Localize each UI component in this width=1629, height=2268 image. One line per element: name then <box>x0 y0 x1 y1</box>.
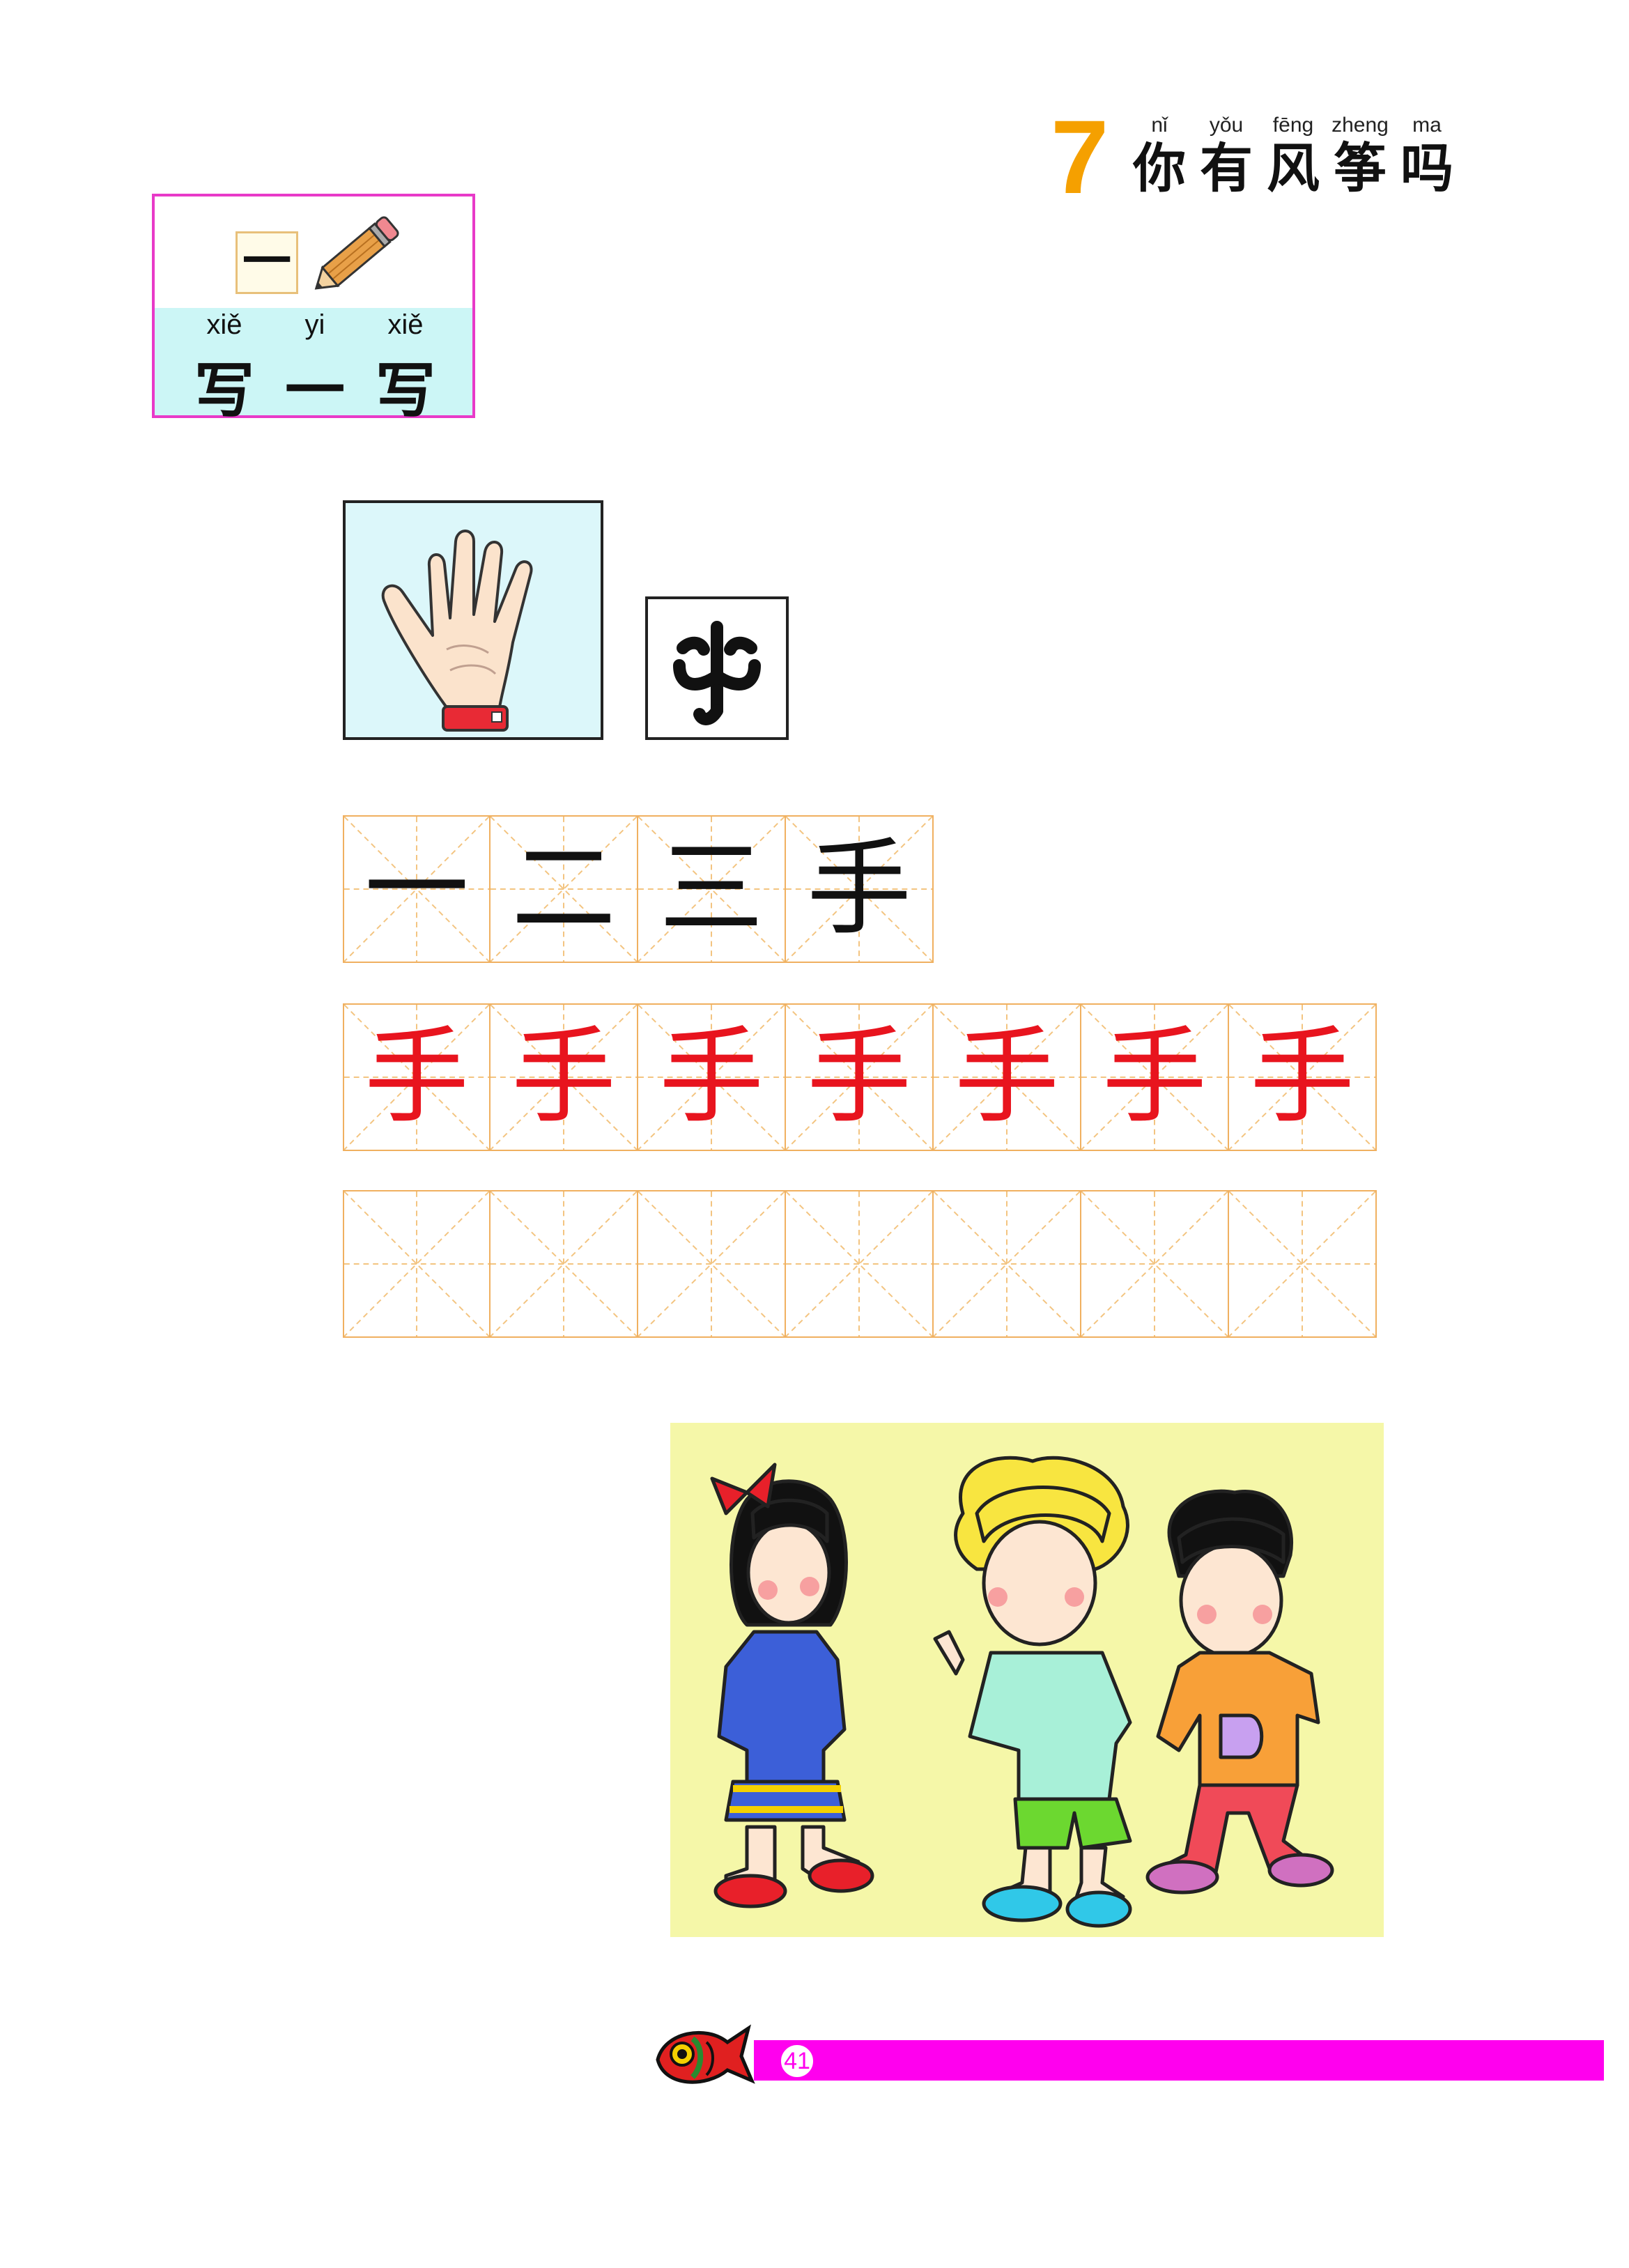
grid-guide <box>638 1191 785 1336</box>
badge-pinyin-syllable: yi <box>304 309 325 340</box>
grid-cell[interactable] <box>1081 1190 1229 1338</box>
badge-hanzi-char: 写 <box>376 355 435 426</box>
title-pinyin: yǒu <box>1209 114 1244 137</box>
title-char: ma 吗 <box>1396 111 1458 198</box>
badge-hanzi-char: 一 <box>285 355 345 426</box>
grid-guide <box>934 1191 1080 1336</box>
grid-character: 手 <box>364 1017 469 1138</box>
title-hanzi: 风 <box>1267 137 1320 199</box>
hand-icon <box>381 530 533 732</box>
pencil-icon <box>314 216 399 290</box>
grid-cell: 手 <box>786 1003 934 1151</box>
grid-cell: 手 <box>343 1003 491 1151</box>
grid-cell: 手 <box>786 815 934 963</box>
title-pinyin: nǐ <box>1151 114 1168 137</box>
title-char: yǒu 有 <box>1196 111 1257 198</box>
badge-pinyin-syllable: xiě <box>206 309 242 340</box>
grid-cell: 手 <box>934 1003 1081 1151</box>
grid-cell[interactable] <box>491 1190 638 1338</box>
grid-guide <box>786 1191 932 1336</box>
grid-guide <box>1081 1191 1228 1336</box>
grid-character: 手 <box>511 1017 616 1138</box>
title-char: fēng 风 <box>1263 111 1324 198</box>
title-pinyin: ma <box>1412 114 1442 137</box>
grid-cell: 二 <box>491 815 638 963</box>
hand-picture <box>343 500 603 740</box>
title-hanzi: 你 <box>1133 137 1186 199</box>
title-pinyin: zheng <box>1331 114 1389 137</box>
blank-practice-row <box>343 1190 1377 1338</box>
grid-character: 手 <box>954 1017 1059 1138</box>
title-hanzi: 筝 <box>1334 137 1387 199</box>
title-char: nǐ 你 <box>1129 111 1190 198</box>
stroke-order-row: 一二三手 <box>343 815 934 963</box>
grid-character: 手 <box>658 1017 764 1138</box>
grid-cell[interactable] <box>638 1190 786 1338</box>
badge-pinyin-syllable: xiě <box>387 309 424 340</box>
grid-character: 手 <box>806 828 911 950</box>
lesson-title: nǐ 你 yǒu 有 fēng 风 zheng 筝 ma 吗 <box>1129 111 1458 198</box>
badge-hanzi: 写 一 写 <box>183 341 447 429</box>
write-it-badge: 一 xiě yi xiě 写 一 写 <box>152 194 475 426</box>
badge-glyph: 一 <box>236 231 298 294</box>
badge-hanzi-char: 写 <box>194 355 254 426</box>
grid-cell: 手 <box>638 1003 786 1151</box>
children-icon <box>710 1456 1334 1928</box>
grid-character: 二 <box>511 828 616 950</box>
footer-bar <box>754 2040 1604 2081</box>
grid-character: 手 <box>1249 1017 1354 1138</box>
trace-practice-row: 手手手手手手手 <box>343 1003 1377 1151</box>
grid-guide <box>491 1191 637 1336</box>
grid-cell: 一 <box>343 815 491 963</box>
grid-cell: 手 <box>1081 1003 1229 1151</box>
grid-character: 三 <box>658 828 764 950</box>
grid-character: 手 <box>806 1017 911 1138</box>
grid-cell: 手 <box>1229 1003 1377 1151</box>
title-hanzi: 有 <box>1200 137 1253 199</box>
grid-cell[interactable] <box>934 1190 1081 1338</box>
grid-cell: 手 <box>491 1003 638 1151</box>
fish-icon <box>656 2024 755 2084</box>
children-illustration <box>670 1423 1384 1937</box>
lesson-number: 7 <box>1051 98 1109 215</box>
grid-guide <box>1229 1191 1375 1336</box>
oracle-glyph-card <box>645 596 789 740</box>
badge-pinyin: xiě yi xiě <box>183 309 447 341</box>
grid-cell[interactable] <box>343 1190 491 1338</box>
grid-character: 手 <box>1102 1017 1207 1138</box>
grid-cell[interactable] <box>786 1190 934 1338</box>
title-pinyin: fēng <box>1272 114 1314 137</box>
page-number: 41 <box>779 2043 815 2079</box>
grid-guide <box>344 1191 489 1336</box>
grid-cell: 三 <box>638 815 786 963</box>
title-hanzi: 吗 <box>1400 137 1453 199</box>
grid-cell[interactable] <box>1229 1190 1377 1338</box>
oracle-bone-shou-icon <box>673 621 761 725</box>
title-char: zheng 筝 <box>1329 111 1391 198</box>
grid-character: 一 <box>364 828 469 950</box>
